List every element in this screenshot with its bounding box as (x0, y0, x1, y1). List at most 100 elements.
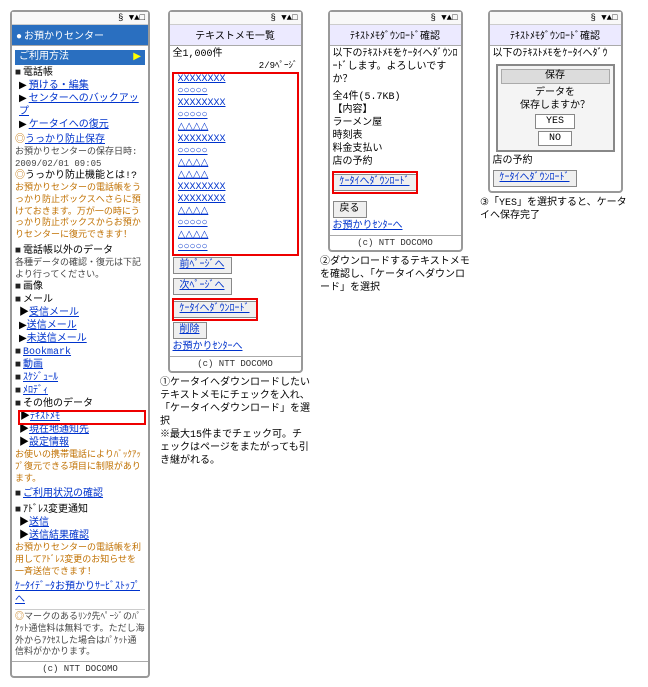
download-button[interactable]: ｹｰﾀｲへﾀﾞｳﾝﾛｰﾄﾞ (333, 174, 417, 191)
link-service-top[interactable]: ｹｰﾀｲﾃﾞｰﾀお預かりｻｰﾋﾞｽﾄｯﾌﾟへ (15, 582, 140, 606)
memo-link[interactable]: ○○○○○ (178, 146, 297, 158)
copyright: (c) NTT DOCOMO (170, 356, 301, 371)
memo-link[interactable]: ○○○○○ (178, 218, 297, 230)
confirm-msg: 以下のﾃｷｽﾄﾒﾓをｹｰﾀｲへﾀﾞｳ (493, 48, 618, 61)
link-bookmark[interactable]: Bookmark (23, 347, 71, 358)
link-text-memo[interactable]: ﾃｷｽﾄﾒﾓ (30, 412, 60, 423)
memo-item: 店の予約 (493, 155, 618, 168)
memo-link[interactable]: ○○○○○ (178, 242, 297, 254)
page-indicator: 2/9ﾍﾟｰｼﾞ (173, 61, 298, 73)
file-count: 全4件(5.7KB) (333, 91, 458, 104)
addr-note: お預かりセンターの電話帳を利用してｱﾄﾞﾚｽ変更のお知らせを一斉送信できます！ (15, 543, 145, 578)
memo-row: XXXXXXXX (174, 134, 297, 146)
link-usage-status[interactable]: ご利用状況の確認 (23, 489, 103, 500)
memo-row: XXXXXXXX (174, 74, 297, 86)
memo-row: ○○○○○ (174, 218, 297, 230)
memo-link[interactable]: XXXXXXXX (178, 182, 297, 194)
screen-title: ﾃｷｽﾄﾒﾓﾀﾞｳﾝﾛｰﾄﾞ確認 (490, 25, 621, 46)
denwa-heading: 電話帳 (15, 67, 145, 80)
dialog-title: 保存 (501, 69, 610, 84)
caption-3: ③「YES」を選択すると、ケータイへ保存完了 (480, 197, 630, 223)
memo-item: ラーメン屋 (333, 117, 458, 130)
memo-link[interactable]: XXXXXXXX (178, 74, 297, 86)
checkbox-column: XXXXXXXX○○○○○XXXXXXXX○○○○○△△△△XXXXXXXX○○… (173, 73, 298, 255)
screen-1: § ▼▲□ お預かりセンター ご利用方法▶ 電話帳 ▶預ける・編集 ▶センターへ… (10, 10, 150, 678)
link-restore[interactable]: ケータイへの復元 (29, 120, 109, 131)
memo-link[interactable]: △△△△ (178, 122, 297, 134)
memo-link[interactable]: △△△△ (178, 158, 297, 170)
link-addr-send[interactable]: 送信 (29, 518, 49, 529)
caption-2: ②ダウンロードするテキストメモを確認し、「ケータイへダウンロード」を選択 (320, 256, 470, 295)
copyright: (c) NTT DOCOMO (12, 661, 148, 676)
memo-link[interactable]: XXXXXXXX (178, 194, 297, 206)
link-center-backup[interactable]: センターへのバックアップ (19, 94, 139, 118)
link-recv-mail[interactable]: 受信メール (29, 308, 79, 319)
link-settings[interactable]: 設定情報 (29, 438, 69, 449)
back-button[interactable]: 戻る (333, 201, 367, 218)
ukkari-date-label: お預かりセンターの保存日時: (15, 147, 145, 159)
memo-link[interactable]: XXXXXXXX (178, 98, 297, 110)
memo-row: ○○○○○ (174, 110, 297, 122)
yes-button[interactable]: YES (535, 114, 575, 129)
link-movie[interactable]: 動画 (23, 360, 43, 371)
ukkari-q: うっかり防止機能とは!? (25, 171, 137, 182)
app-title: お預かりセンター (12, 25, 148, 46)
confirm-msg: 以下のﾃｷｽﾄﾒﾓをｹｰﾀｲへﾀﾞｳﾝﾛｰﾄﾞします。よろしいですか？ (333, 48, 458, 87)
download-button[interactable]: ｹｰﾀｲへﾀﾞｳﾝﾛｰﾄﾞ (493, 170, 577, 187)
other-data-heading: その他のデータ (15, 398, 145, 411)
memo-row: XXXXXXXX (174, 194, 297, 206)
memo-row: △△△△ (174, 230, 297, 242)
link-melody[interactable]: ﾒﾛﾃﾞｨ (23, 386, 48, 397)
note-limits: お使いの携帯電話によりﾊﾞｯｸｱｯﾌﾟ復元できる項目に制限があります。 (15, 450, 145, 485)
no-button[interactable]: NO (538, 131, 572, 146)
mail-heading: メール (15, 294, 145, 307)
link-unsent-mail[interactable]: 未送信メール (27, 334, 87, 345)
section-usage[interactable]: ご利用方法▶ (15, 50, 145, 65)
screen-4: § ▼▲□ ﾃｷｽﾄﾒﾓﾀﾞｳﾝﾛｰﾄﾞ確認 以下のﾃｷｽﾄﾒﾓをｹｰﾀｲへﾀﾞ… (488, 10, 623, 193)
others-heading: 電話帳以外のデータ (15, 245, 145, 258)
memo-item: 店の予約 (333, 156, 458, 169)
memo-row: ○○○○○ (174, 146, 297, 158)
delete-button[interactable]: 削除 (173, 322, 207, 339)
link-sent-mail[interactable]: 送信メール (27, 321, 77, 332)
memo-row: △△△△ (174, 170, 297, 182)
footer-note: ◎マークのあるﾘﾝｸ先ﾍﾟｰｼﾞのﾊﾟｹｯﾄ通信料は無料です。ただし海外からｱｸ… (15, 612, 145, 659)
download-button[interactable]: ｹｰﾀｲへﾀﾞｳﾝﾛｰﾄﾞ (173, 301, 257, 318)
memo-row: △△△△ (174, 206, 297, 218)
memo-link[interactable]: ○○○○○ (178, 110, 297, 122)
memo-link[interactable]: XXXXXXXX (178, 134, 297, 146)
screen-2: § ▼▲□ テキストメモ一覧 全1,000件 2/9ﾍﾟｰｼﾞ XXXXXXXX… (168, 10, 303, 373)
dialog-message: データを 保存しますか？ (501, 87, 610, 113)
prev-page-button[interactable]: 前ﾍﾟｰｼﾞへ (173, 257, 232, 274)
link-addr-result[interactable]: 送信結果確認 (29, 531, 89, 542)
memo-link[interactable]: △△△△ (178, 230, 297, 242)
memo-link[interactable]: ○○○○○ (178, 86, 297, 98)
link-location[interactable]: 現在地通知先 (29, 425, 89, 436)
memo-link[interactable]: △△△△ (178, 206, 297, 218)
copyright: (c) NTT DOCOMO (330, 235, 461, 250)
ukkari-desc: お預かりセンターの電話帳をうっかり防止ボックスへさらに預けておきます。万が一の時… (15, 183, 145, 241)
total-count: 全1,000件 (173, 48, 298, 61)
memo-row: △△△△ (174, 122, 297, 134)
link-backup[interactable]: 預ける・編集 (29, 81, 89, 92)
memo-row: ○○○○○ (174, 242, 297, 254)
screen-3: § ▼▲□ ﾃｷｽﾄﾒﾓﾀﾞｳﾝﾛｰﾄﾞ確認 以下のﾃｷｽﾄﾒﾓをｹｰﾀｲへﾀﾞ… (328, 10, 463, 252)
memo-row: XXXXXXXX (174, 98, 297, 110)
ukkari-link[interactable]: うっかり防止保存 (25, 135, 105, 146)
status-bar: § ▼▲□ (330, 12, 461, 25)
link-schedule[interactable]: ｽｹｼﾞｭｰﾙ (23, 373, 58, 384)
next-page-button[interactable]: 次ﾍﾟｰｼﾞへ (173, 278, 232, 295)
status-bar: § ▼▲□ (12, 12, 148, 25)
gazou-heading: 画像 (15, 281, 145, 294)
screen-title: ﾃｷｽﾄﾒﾓﾀﾞｳﾝﾛｰﾄﾞ確認 (330, 25, 461, 46)
memo-link[interactable]: △△△△ (178, 170, 297, 182)
content-header: 【内容】 (333, 104, 458, 117)
others-desc: 各種データの確認・復元は下記より行ってください。 (15, 258, 145, 281)
status-bar: § ▼▲□ (490, 12, 621, 25)
caption-1: ①ケータイへダウンロードしたいテキストメモにチェックを入れ、「ケータイへダウンロ… (160, 377, 310, 468)
link-center[interactable]: お預かりｾﾝﾀｰへ (333, 221, 403, 232)
ukkari-date: 2009/02/01 09:05 (15, 159, 145, 171)
memo-item: 時刻表 (333, 130, 458, 143)
addr-heading: ｱﾄﾞﾚｽ変更通知 (15, 504, 145, 517)
link-center[interactable]: お預かりｾﾝﾀｰへ (173, 342, 243, 353)
